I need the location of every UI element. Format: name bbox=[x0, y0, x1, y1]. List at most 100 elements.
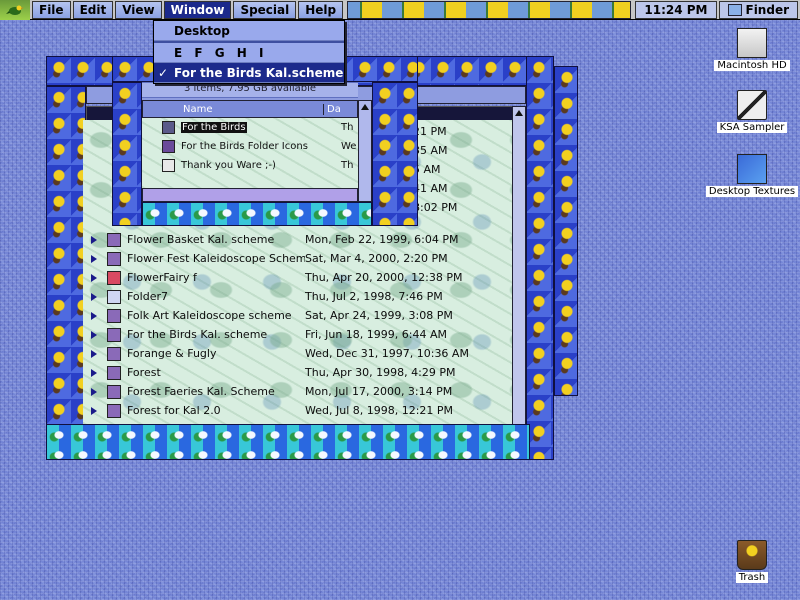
list-item[interactable]: For the Birds Th bbox=[142, 118, 358, 137]
file-name: Forest for Kal 2.0 bbox=[127, 404, 221, 417]
menu-file[interactable]: File bbox=[32, 0, 71, 19]
window-menu-item-desktop[interactable]: Desktop bbox=[154, 21, 344, 41]
disclosure-triangle-icon[interactable] bbox=[91, 311, 97, 320]
hard-drive-icon bbox=[737, 28, 767, 58]
pen-tool-icon bbox=[737, 90, 767, 120]
disclosure-triangle-icon[interactable] bbox=[91, 368, 97, 377]
list-item[interactable]: Thank you Ware ;-) Th bbox=[142, 156, 358, 175]
document-icon bbox=[162, 159, 175, 172]
small-window-frame-bottom bbox=[142, 202, 372, 226]
small-window-horizontal-scrollbar[interactable] bbox=[142, 188, 358, 202]
table-row[interactable]: Forest for Kal 2.0 Wed, Jul 8, 1998, 12:2… bbox=[83, 401, 515, 420]
kaleidoscope-scheme-icon bbox=[107, 251, 121, 266]
disclosure-triangle-icon[interactable] bbox=[91, 235, 97, 244]
small-window-file-list: For the Birds Th For the Birds Folder Ic… bbox=[142, 118, 358, 188]
kaleidoscope-scheme-icon bbox=[107, 346, 121, 361]
desktop-icon-label: Macintosh HD bbox=[714, 60, 790, 71]
textures-icon bbox=[737, 154, 767, 184]
disclosure-triangle-icon[interactable] bbox=[91, 292, 97, 301]
menu-help[interactable]: Help bbox=[298, 0, 344, 19]
application-menu-label: Finder bbox=[745, 2, 790, 17]
file-name: Forange & Fugly bbox=[127, 347, 217, 360]
desktop-icon-macintosh-hd[interactable]: Macintosh HD bbox=[704, 28, 800, 71]
disclosure-triangle-icon[interactable] bbox=[91, 387, 97, 396]
desktop-icon-ksa-sampler[interactable]: KSA Sampler bbox=[704, 90, 800, 133]
file-date: Sat, Apr 24, 1999, 3:08 PM bbox=[305, 309, 453, 322]
list-item-date: Th bbox=[341, 122, 354, 133]
folder-icon bbox=[107, 289, 121, 304]
list-item-name: For the Birds bbox=[181, 122, 247, 133]
window-menu-item-for-the-birds[interactable]: ✓ For the Birds Kal.scheme bbox=[154, 63, 344, 83]
file-name: Forest Faeries Kal. Scheme bbox=[127, 385, 275, 398]
desktop-icon-desktop-textures[interactable]: Desktop Textures bbox=[704, 154, 800, 197]
list-item-date: 35 AM bbox=[413, 144, 448, 157]
small-window-info-bar: 3 items, 7.95 GB available bbox=[142, 82, 358, 98]
kaleidoscope-scheme-icon bbox=[107, 365, 121, 380]
table-row[interactable]: Forange & Fugly Wed, Dec 31, 1997, 10:36 … bbox=[83, 344, 515, 363]
table-row[interactable]: Flower Fest Kaleidoscope Scheme Sat, Mar … bbox=[83, 249, 515, 268]
list-item-date: We bbox=[341, 141, 357, 152]
bird-apple-menu-icon[interactable] bbox=[0, 0, 30, 20]
disclosure-triangle-icon[interactable] bbox=[91, 254, 97, 263]
application-menu[interactable]: Finder bbox=[718, 0, 798, 19]
kaleidoscope-scheme-icon bbox=[107, 403, 121, 418]
table-row[interactable]: Forest Thu, Apr 30, 1998, 4:29 PM bbox=[83, 363, 515, 382]
desktop-icon-label: KSA Sampler bbox=[716, 122, 788, 133]
main-window-frame-left bbox=[46, 86, 86, 430]
file-date: Thu, Apr 30, 1998, 4:29 PM bbox=[305, 366, 456, 379]
main-window-vertical-scrollbar[interactable] bbox=[512, 106, 526, 436]
list-item-date: 41 AM bbox=[413, 182, 448, 195]
file-date: Fri, Jun 18, 1999, 6:44 AM bbox=[305, 328, 447, 341]
disclosure-triangle-icon[interactable] bbox=[91, 330, 97, 339]
file-date: Wed, Dec 31, 1997, 10:36 AM bbox=[305, 347, 469, 360]
small-window-column-header: Name Da bbox=[142, 100, 358, 118]
table-row[interactable]: Folk Art Kaleidoscope scheme Sat, Apr 24,… bbox=[83, 306, 515, 325]
file-date: Thu, Jul 2, 1998, 7:46 PM bbox=[305, 290, 443, 303]
table-row[interactable]: Forest Faeries Kal. Scheme Mon, Jul 17, 2… bbox=[83, 382, 515, 401]
table-row[interactable]: Flower Basket Kal. scheme Mon, Feb 22, 19… bbox=[83, 230, 515, 249]
stacked-window-frame-1 bbox=[554, 66, 578, 396]
file-date: Wed, Jul 8, 1998, 12:21 PM bbox=[305, 404, 454, 417]
document-icon bbox=[107, 270, 121, 285]
desktop-icon-label: Trash bbox=[735, 572, 769, 583]
main-window-frame-bottom bbox=[46, 424, 530, 460]
menubar-clock[interactable]: 11:24 PM bbox=[635, 0, 717, 19]
file-date: Mon, Feb 22, 1999, 6:04 PM bbox=[305, 233, 459, 246]
window-menu-item-label: For the Birds Kal.scheme bbox=[174, 65, 344, 80]
kaleidoscope-scheme-icon bbox=[107, 327, 121, 342]
menu-view[interactable]: View bbox=[115, 0, 162, 19]
file-name: Folk Art Kaleidoscope scheme bbox=[127, 309, 292, 322]
desktop-icon-trash[interactable]: Trash bbox=[704, 540, 800, 583]
disclosure-triangle-icon[interactable] bbox=[91, 349, 97, 358]
main-window-frame-right bbox=[526, 56, 554, 460]
table-row[interactable]: FlowerFairy f Thu, Apr 20, 2000, 12:38 PM bbox=[83, 268, 515, 287]
list-item-date: 21 PM bbox=[413, 125, 447, 138]
menu-edit[interactable]: Edit bbox=[72, 0, 114, 19]
window-menu-item-efghi[interactable]: E F G H I bbox=[154, 43, 344, 63]
file-name: Flower Fest Kaleidoscope Scheme bbox=[127, 252, 305, 265]
small-window-frame-left bbox=[112, 82, 142, 226]
scroll-up-arrow-icon[interactable] bbox=[361, 104, 369, 110]
file-name: For the Birds Kal. scheme bbox=[127, 328, 268, 341]
column-header-name[interactable]: Name bbox=[143, 104, 323, 115]
window-menu-item-label: Desktop bbox=[174, 23, 230, 38]
menu-bar: File Edit View Window Special Help 11:24… bbox=[0, 0, 800, 20]
kaleidoscope-scheme-icon bbox=[107, 308, 121, 323]
list-item-date: 8:02 PM bbox=[413, 201, 458, 214]
file-date: Mon, Jul 17, 2000, 3:14 PM bbox=[305, 385, 453, 398]
small-window-frame-right bbox=[372, 82, 418, 226]
menu-special[interactable]: Special bbox=[233, 0, 297, 19]
file-date: Sat, Mar 4, 2000, 2:20 PM bbox=[305, 252, 448, 265]
disclosure-triangle-icon[interactable] bbox=[91, 273, 97, 282]
folder-icon bbox=[162, 140, 175, 153]
table-row[interactable]: Folder7 Thu, Jul 2, 1998, 7:46 PM bbox=[83, 287, 515, 306]
column-header-date[interactable]: Da bbox=[323, 103, 357, 115]
scroll-up-arrow-icon[interactable] bbox=[515, 110, 523, 116]
small-window-vertical-scrollbar[interactable] bbox=[358, 100, 372, 202]
trash-bird-nest-icon bbox=[737, 540, 767, 570]
file-name: Forest bbox=[127, 366, 161, 379]
table-row[interactable]: For the Birds Kal. scheme Fri, Jun 18, 19… bbox=[83, 325, 515, 344]
menu-window[interactable]: Window bbox=[163, 0, 232, 19]
list-item[interactable]: For the Birds Folder Icons We bbox=[142, 137, 358, 156]
disclosure-triangle-icon[interactable] bbox=[91, 406, 97, 415]
